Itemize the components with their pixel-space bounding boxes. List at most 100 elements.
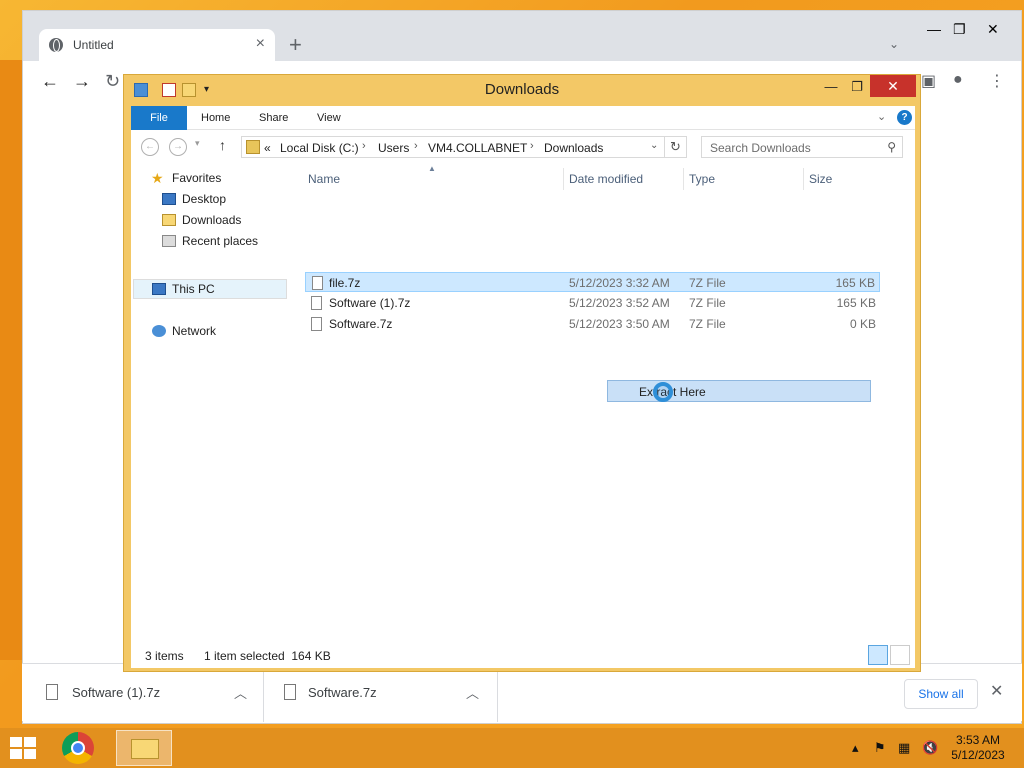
column-type[interactable]: Type (689, 172, 715, 186)
file-icon (311, 296, 322, 310)
crumb-local-disk[interactable]: Local Disk (C:) (280, 141, 359, 155)
chevron-up-icon[interactable]: ︿ (466, 683, 479, 702)
recent-locations-icon[interactable]: ▾ (195, 138, 200, 149)
window-title: Downloads (484, 81, 560, 98)
file-row[interactable]: Software.7z 5/12/2023 3:50 AM 7Z File 0 … (305, 314, 880, 334)
help-icon[interactable]: ? (897, 110, 912, 125)
up-icon[interactable]: ↑ (219, 137, 226, 153)
file-icon (311, 317, 322, 331)
star-icon: ★ (151, 170, 164, 186)
crumb-downloads[interactable]: Downloads (544, 141, 603, 155)
close-icon[interactable]: × (256, 35, 265, 53)
crumb-users[interactable]: Users (378, 141, 409, 155)
chevron-right-icon[interactable]: › (414, 140, 418, 152)
downloads-folder-icon (162, 214, 176, 226)
file-row[interactable]: Software (1).7z 5/12/2023 3:52 AM 7Z Fil… (305, 293, 880, 313)
file-type: 7Z File (689, 276, 726, 290)
tab-view[interactable]: View (317, 106, 341, 130)
clock[interactable]: 3:53 AM 5/12/2023 (946, 733, 1010, 763)
globe-icon (49, 38, 63, 52)
flag-icon[interactable]: ⚑ (874, 740, 886, 756)
close-icon[interactable]: ✕ (990, 681, 1003, 701)
column-name[interactable]: Name (308, 172, 340, 186)
sort-ascending-icon: ▲ (428, 164, 436, 173)
item-count: 3 items (145, 649, 184, 663)
back-icon[interactable]: ← (141, 138, 159, 156)
network-icon (152, 325, 166, 337)
column-divider[interactable] (683, 168, 684, 190)
nav-this-pc[interactable]: This PC (172, 282, 215, 296)
profile-icon[interactable]: ● (953, 71, 963, 89)
taskbar: ▴ ⚑ ▦ 🔇 3:53 AM 5/12/2023 (0, 728, 1024, 768)
download-item[interactable]: Software.7z ︿ (266, 664, 498, 722)
file-name: Software.7z (329, 317, 393, 331)
file-icon (312, 276, 323, 290)
column-size[interactable]: Size (809, 172, 832, 186)
file-icon (46, 684, 58, 700)
windows-start-icon[interactable] (10, 737, 36, 759)
side-panel-icon[interactable]: ▣ (921, 71, 936, 91)
context-menu-extract-here[interactable]: Extract Here (607, 380, 871, 402)
column-divider[interactable] (563, 168, 564, 190)
tab-share[interactable]: Share (259, 106, 288, 130)
back-icon[interactable]: ← (41, 71, 59, 92)
chevron-down-icon[interactable]: ⌄ (889, 37, 899, 51)
file-date: 5/12/2023 3:32 AM (569, 276, 670, 290)
show-all-button[interactable]: Show all (904, 679, 978, 709)
explorer-taskbar-icon[interactable] (116, 730, 172, 766)
chevron-up-icon[interactable]: ︿ (234, 683, 247, 702)
nav-network[interactable]: Network (172, 324, 216, 338)
minimize-icon[interactable]: — (927, 21, 941, 37)
tab-home[interactable]: Home (201, 106, 230, 130)
chevron-right-icon[interactable]: › (362, 140, 366, 152)
address-bar[interactable]: « Local Disk (C:) › Users › VM4.COLLABNE… (241, 136, 665, 158)
column-date-modified[interactable]: Date modified (569, 172, 643, 186)
maximize-icon[interactable]: ❐ (848, 77, 866, 97)
tab-file[interactable]: File (131, 106, 187, 130)
details-view-icon[interactable] (868, 645, 888, 665)
chevron-down-icon[interactable]: ⌄ (650, 140, 658, 151)
large-icons-view-icon[interactable] (890, 645, 910, 665)
file-type: 7Z File (689, 317, 726, 331)
minimize-icon[interactable]: — (822, 77, 840, 97)
nav-favorites[interactable]: Favorites (172, 171, 221, 185)
nav-downloads[interactable]: Downloads (182, 213, 241, 227)
download-item[interactable]: Software (1).7z ︿ (40, 664, 264, 722)
desktop-strip (0, 60, 22, 660)
chrome-taskbar-icon[interactable] (60, 731, 96, 765)
column-divider[interactable] (803, 168, 804, 190)
chevron-down-icon[interactable]: ⌄ (877, 110, 886, 123)
volume-muted-icon[interactable]: 🔇 (922, 740, 938, 756)
browser-tab[interactable]: Untitled × (39, 29, 275, 63)
close-window-icon[interactable]: ✕ (987, 21, 999, 38)
explorer-window: ▾ Downloads — ❐ ✕ File Home Share View ⌄… (123, 74, 921, 672)
nav-recent-places[interactable]: Recent places (182, 234, 258, 248)
crumb-user[interactable]: VM4.COLLABNET (428, 141, 527, 155)
chevron-up-icon[interactable]: ▴ (852, 740, 859, 756)
menu-icon[interactable]: ⋮ (989, 71, 1005, 91)
file-row[interactable]: file.7z 5/12/2023 3:32 AM 7Z File 165 KB (305, 272, 880, 292)
status-bar: 3 items 1 item selected 164 KB (131, 640, 915, 668)
maximize-icon[interactable]: ❐ (953, 21, 966, 38)
forward-icon[interactable]: → (169, 138, 187, 156)
tab-title: Untitled (73, 38, 114, 52)
clock-time: 3:53 AM (955, 733, 1001, 747)
chevron-right-icon[interactable]: › (530, 140, 534, 152)
file-date: 5/12/2023 3:50 AM (569, 317, 670, 331)
forward-icon[interactable]: → (73, 71, 91, 92)
refresh-icon[interactable]: ↻ (665, 136, 687, 158)
desktop-icon (162, 193, 176, 205)
file-date: 5/12/2023 3:52 AM (569, 296, 670, 310)
network-tray-icon[interactable]: ▦ (898, 740, 910, 756)
navigation-pane: ★ Favorites Desktop Downloads Recent pla… (131, 164, 291, 640)
close-window-button[interactable]: ✕ (870, 75, 916, 97)
crumb-prefix[interactable]: « (264, 141, 271, 155)
nav-desktop[interactable]: Desktop (182, 192, 226, 206)
download-name: Software.7z (308, 685, 377, 700)
reload-icon[interactable]: ↻ (105, 71, 120, 92)
address-row: ← → ▾ ↑ « Local Disk (C:) › Users › VM4.… (131, 130, 915, 164)
new-tab-button[interactable]: + (289, 34, 302, 56)
search-icon[interactable]: ⚲ (887, 140, 896, 154)
ribbon-tabs: File Home Share View ⌄ ? (131, 106, 915, 130)
search-box[interactable]: Search Downloads ⚲ (701, 136, 903, 158)
